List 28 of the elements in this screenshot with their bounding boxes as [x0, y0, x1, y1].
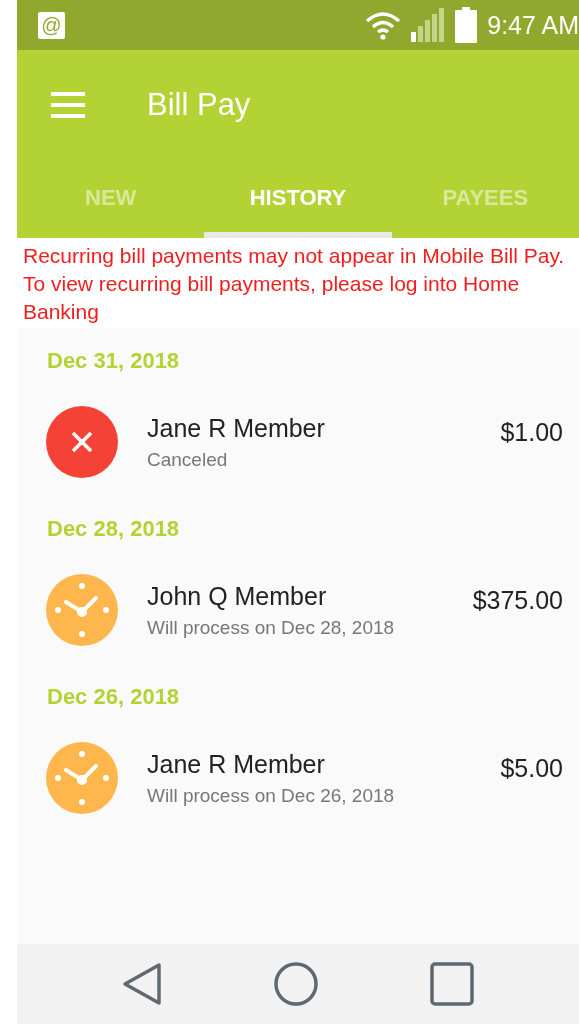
payment-item[interactable]: John Q Member Will process on Dec 28, 2018 $375.00	[17, 556, 579, 664]
date-header: Dec 28, 2018	[46, 515, 181, 543]
wifi-icon	[365, 10, 402, 40]
back-icon[interactable]	[122, 962, 162, 1006]
date-header: Dec 31, 2018	[46, 347, 181, 375]
date-header: Dec 26, 2018	[46, 683, 181, 711]
clock-icon	[46, 742, 118, 814]
clock-icon	[46, 574, 118, 646]
page-title: Bill Pay	[147, 87, 251, 123]
payment-status: Will process on Dec 28, 2018	[147, 616, 396, 639]
payment-amount: $375.00	[472, 586, 563, 615]
clock-text: 9:47 AM	[487, 10, 579, 40]
payment-item[interactable]: Jane R Member Canceled $1.00	[17, 388, 579, 496]
notification-icon: @	[38, 11, 65, 39]
recents-icon[interactable]	[430, 962, 474, 1006]
payee-name: Jane R Member	[147, 749, 326, 779]
payment-status: Canceled	[147, 448, 229, 471]
payment-item[interactable]: Jane R Member Will process on Dec 26, 2018 $5.00	[17, 724, 579, 832]
notice-text: Recurring bill payments may not appear in Mobile Bill Pay. To view recurring bill payments, please log into Home Banking	[23, 243, 566, 325]
payment-amount: $5.00	[500, 754, 563, 783]
signal-icon	[411, 8, 446, 42]
cancel-icon	[46, 406, 118, 478]
payee-name: John Q Member	[147, 581, 328, 611]
payee-name: Jane R Member	[147, 413, 326, 443]
battery-icon	[455, 7, 478, 43]
payment-status: Will process on Dec 26, 2018	[147, 784, 396, 807]
home-icon[interactable]	[274, 962, 318, 1006]
payment-amount: $1.00	[500, 418, 563, 447]
